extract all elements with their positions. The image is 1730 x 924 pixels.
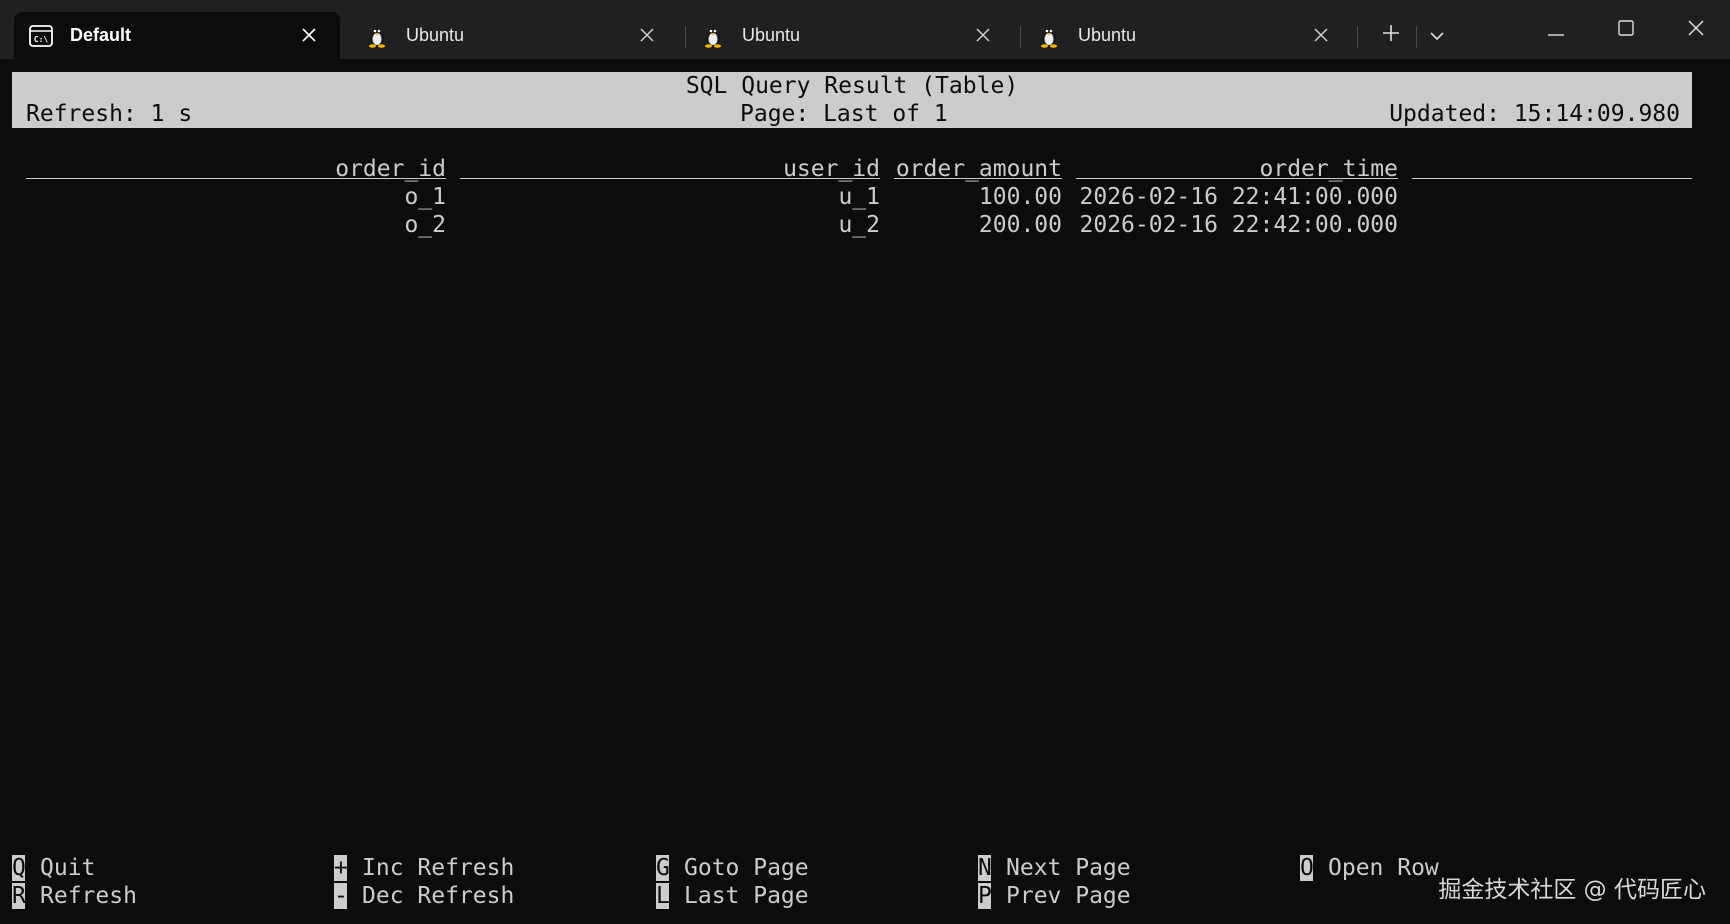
tab-label: Ubuntu	[1078, 25, 1137, 45]
cell-order-time: 2026-02-16 22:42:00.000	[1079, 212, 1399, 238]
shortcut-key[interactable]: -	[334, 883, 347, 909]
shortcut-key[interactable]: L	[656, 883, 669, 909]
linux-tux-icon	[364, 23, 390, 49]
minimize-button[interactable]	[1530, 10, 1582, 50]
shortcut-label: Next Page	[1006, 855, 1131, 881]
new-tab-button[interactable]	[1376, 20, 1406, 50]
close-tab-icon[interactable]	[1310, 24, 1332, 46]
cell-user-id: u_2	[838, 212, 880, 238]
linux-tux-icon	[700, 23, 726, 49]
tab-default[interactable]: C:\ Default	[14, 12, 340, 59]
cell-order-id: o_2	[404, 212, 446, 238]
cell-order-time: 2026-02-16 22:41:00.000	[1079, 184, 1399, 210]
column-header-filler	[1412, 156, 1692, 179]
plus-icon	[1382, 24, 1400, 46]
close-tab-icon[interactable]	[972, 24, 994, 46]
shortcut-key[interactable]: R	[12, 883, 25, 909]
watermark: 掘金技术社区 @ 代码匠心	[1438, 877, 1706, 903]
tab-separator	[1357, 26, 1358, 48]
tab-ubuntu-2[interactable]: Ubuntu	[686, 12, 1014, 59]
chevron-down-icon	[1430, 26, 1444, 45]
tab-ubuntu-1[interactable]: Ubuntu	[350, 12, 678, 59]
column-header-order-time: order_time	[1076, 156, 1398, 182]
shortcut-key[interactable]: P	[978, 883, 991, 909]
shortcut-key[interactable]: Q	[12, 855, 25, 881]
shortcut-key[interactable]: +	[334, 855, 347, 881]
page-indicator: Page: Last of 1	[740, 101, 948, 127]
updated-timestamp: Updated: 15:14:09.980	[1389, 101, 1680, 127]
column-header-order-id: order_id	[26, 156, 446, 182]
refresh-interval: Refresh: 1 s	[26, 101, 193, 127]
tab-label: Default	[70, 25, 132, 45]
shortcut-key[interactable]: N	[978, 855, 991, 881]
query-title: SQL Query Result (Table)	[685, 73, 1019, 99]
shortcut-label: Refresh	[40, 883, 137, 909]
maximize-button[interactable]	[1600, 10, 1652, 50]
shortcut-label: Prev Page	[1006, 883, 1131, 909]
maximize-icon	[1618, 20, 1634, 40]
shortcut-label: Dec Refresh	[362, 883, 515, 909]
tab-separator	[1020, 26, 1021, 48]
svg-text:C:\: C:\	[34, 35, 49, 44]
cell-user-id: u_1	[838, 184, 880, 210]
shortcut-label: Last Page	[684, 883, 809, 909]
tab-separator	[1416, 26, 1417, 48]
shortcut-label: Inc Refresh	[362, 855, 515, 881]
close-tab-icon[interactable]	[636, 24, 658, 46]
column-header-user-id: user_id	[460, 156, 880, 182]
shortcut-key[interactable]: O	[1300, 855, 1313, 881]
tab-dropdown-button[interactable]	[1422, 20, 1452, 50]
shortcut-label: Quit	[40, 855, 96, 881]
shortcut-label: Goto Page	[684, 855, 809, 881]
minimize-icon	[1548, 21, 1564, 40]
window-titlebar: C:\ Default Ubuntu Ubuntu Ubuntu	[0, 0, 1730, 59]
terminal-icon: C:\	[28, 23, 54, 49]
tab-label: Ubuntu	[406, 25, 465, 45]
close-tab-icon[interactable]	[298, 24, 320, 46]
cell-order-amount: 100.00	[978, 184, 1062, 210]
tab-ubuntu-3[interactable]: Ubuntu	[1022, 12, 1352, 59]
query-header-bar: SQL Query Result (Table) Refresh: 1 s Pa…	[12, 72, 1692, 128]
shortcut-label: Open Row	[1328, 855, 1439, 881]
tab-label: Ubuntu	[742, 25, 801, 45]
shortcut-key[interactable]: G	[656, 855, 669, 881]
cell-order-id: o_1	[404, 184, 446, 210]
close-window-button[interactable]	[1670, 10, 1722, 50]
close-icon	[1688, 20, 1704, 40]
cell-order-amount: 200.00	[978, 212, 1062, 238]
column-header-order-amount: order_amount	[894, 156, 1062, 182]
linux-tux-icon	[1036, 23, 1062, 49]
